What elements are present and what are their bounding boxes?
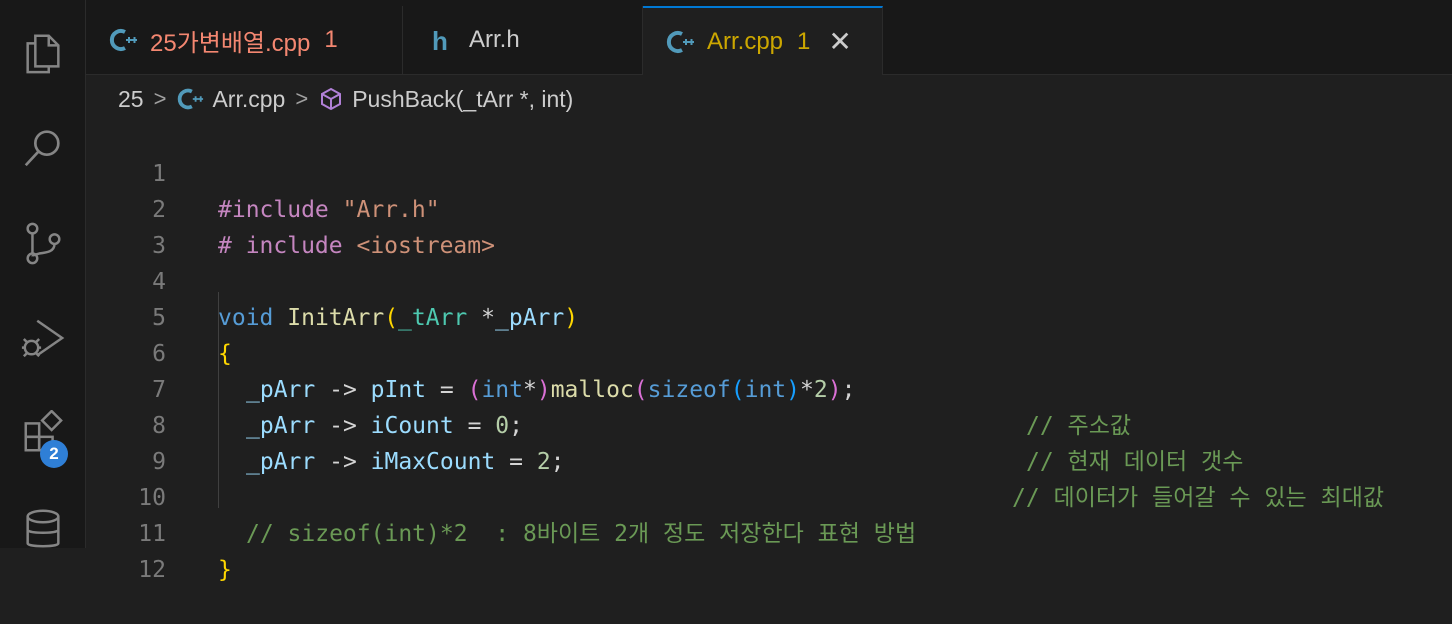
h-file-icon: h: [427, 25, 457, 55]
tab-bar: 25가변배열.cpp 1 h Arr.h Arr.cpp 1 ✕: [86, 6, 1452, 75]
method-cube-icon: [321, 87, 342, 111]
chevron-right-icon: >: [295, 86, 309, 111]
tab-arr-cpp[interactable]: Arr.cpp 1 ✕: [643, 6, 883, 75]
database-icon[interactable]: [0, 493, 85, 563]
code-line[interactable]: 12: [86, 516, 1452, 583]
cpp-file-icon: [178, 88, 204, 110]
cpp-file-icon: [108, 25, 138, 55]
tab-label: Arr.cpp: [707, 27, 784, 55]
close-icon[interactable]: ✕: [828, 25, 851, 58]
extensions-badge: 2: [40, 440, 68, 468]
source-control-icon[interactable]: [0, 208, 85, 278]
activity-bar: 2: [0, 0, 86, 548]
tab-label: 25가변배열.cpp: [150, 29, 311, 57]
code-line[interactable]: 3: [86, 192, 1452, 259]
code-line[interactable]: 4 void InitArr(_tArr *_pArr): [86, 228, 1452, 331]
breadcrumb-symbol[interactable]: PushBack(_tArr *, int): [352, 86, 573, 113]
line-number: 12: [138, 557, 166, 583]
brace: }: [218, 557, 232, 583]
svg-text:h: h: [432, 26, 448, 55]
cpp-file-icon: [665, 27, 695, 57]
chevron-right-icon: >: [153, 86, 167, 111]
code-editor[interactable]: 1 #include "Arr.h" 2 # include <iostream…: [86, 118, 1452, 583]
tab-25-cpp[interactable]: 25가변배열.cpp 1: [86, 6, 403, 74]
explorer-icon[interactable]: [0, 18, 85, 88]
code-line[interactable]: 10 // sizeof(int)*2 : 8바이트 2개 정도 저장한다 표현…: [86, 444, 1452, 547]
code-line[interactable]: 1 #include "Arr.h": [86, 120, 1452, 223]
tab-label: Arr.h: [469, 26, 520, 53]
run-debug-icon[interactable]: [0, 303, 85, 373]
search-icon[interactable]: [0, 113, 85, 183]
code-line[interactable]: 11 }: [86, 480, 1452, 583]
code-line[interactable]: 8 _pArr -> iMaxCount = 2; // 데이터가 들어갈 수 …: [86, 372, 1452, 511]
code-line[interactable]: 9: [86, 408, 1452, 475]
code-line[interactable]: 2 # include <iostream>: [86, 156, 1452, 259]
tab-arr-h[interactable]: h Arr.h: [403, 6, 643, 74]
code-line[interactable]: 5 {: [86, 264, 1452, 367]
breadcrumb-folder[interactable]: 25: [118, 86, 144, 113]
code-line[interactable]: 7 _pArr -> iCount = 0; // 현재 데이터 갯수: [86, 336, 1452, 475]
tab-problem-count: 1: [324, 26, 338, 53]
tab-problem-count: 1: [797, 27, 811, 55]
breadcrumb: 25 > Arr.cpp > PushBack(_tArr *, int): [86, 80, 1452, 118]
breadcrumb-file[interactable]: Arr.cpp: [212, 86, 285, 113]
code-line[interactable]: 6 _pArr -> pInt = (int*)malloc(sizeof(in…: [86, 300, 1452, 439]
